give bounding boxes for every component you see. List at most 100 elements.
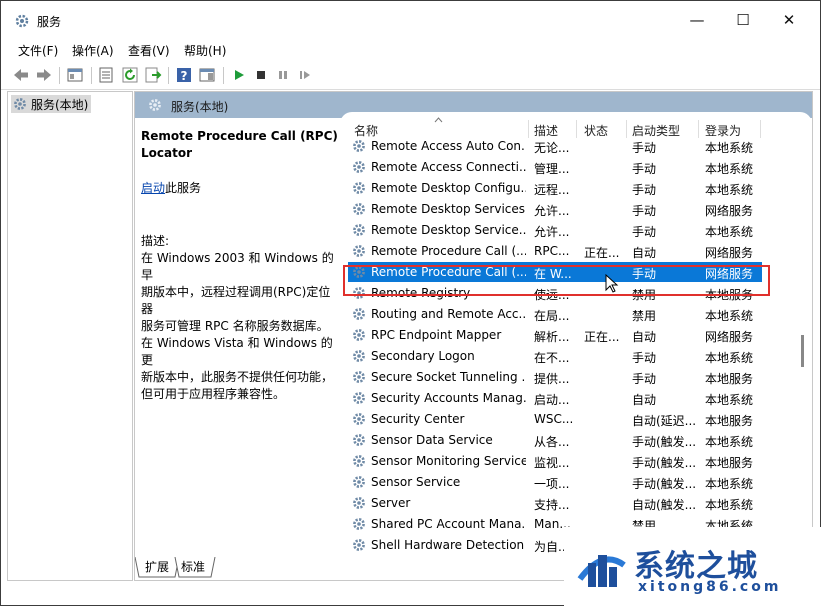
service-row[interactable]: Remote Desktop Configu... 远程... 手动 本地系统 [348, 178, 762, 198]
tab-standard[interactable]: 标准 [173, 557, 213, 577]
close-button[interactable]: ✕ [771, 7, 807, 33]
service-name: Routing and Remote Acc... [371, 307, 526, 321]
service-row[interactable]: Remote Desktop Services 允许... 手动 网络服务 [348, 199, 762, 219]
service-description: 一项... [534, 477, 570, 491]
city-logo-icon [577, 555, 626, 587]
forward-arrow-icon[interactable] [35, 66, 53, 84]
svg-text:?: ? [181, 69, 188, 83]
service-name-line1: Remote Procedure Call (RPC) [141, 129, 338, 143]
watermark-url: xitong86.com [638, 579, 782, 595]
title-bar: 服务 — ☐ ✕ [1, 1, 820, 39]
service-name: Secondary Logon [371, 349, 475, 363]
watermark-logo: 系统之城 xitong86.com [564, 527, 821, 607]
service-logon-as: 本地系统 [705, 162, 754, 176]
service-description: 解析... [534, 330, 570, 344]
service-row[interactable]: Remote Access Connecti... 管理... 手动 本地系统 [348, 157, 762, 177]
export-list-icon[interactable] [144, 66, 162, 84]
service-row[interactable]: Sensor Data Service 从各... 手动(触发... 本地系统 [348, 430, 762, 450]
service-logon-as: 本地系统 [705, 393, 754, 407]
gear-icon [352, 517, 366, 531]
service-row[interactable]: Security Center WSC... 自动(延迟... 本地服务 [348, 409, 762, 429]
console-tree-panel: 服务(本地) [7, 91, 133, 581]
refresh-icon[interactable] [121, 66, 139, 84]
sort-ascending-icon [434, 117, 443, 123]
content-header-title: 服务(本地) [171, 100, 229, 114]
description-line: 在 Windows Vista 和 Windows 的更 [141, 336, 333, 367]
service-startup-type: 自动 [632, 330, 657, 344]
start-service-icon[interactable] [230, 66, 248, 84]
description-line: 服务可管理 RPC 名称服务数据库。 [141, 319, 329, 333]
minimize-button[interactable]: — [679, 7, 715, 33]
service-row[interactable]: Remote Access Auto Con... 无论... 手动 本地系统 [348, 136, 762, 156]
gear-icon [352, 454, 366, 468]
service-description: 提供... [534, 372, 570, 386]
service-row[interactable]: Sensor Service 一项... 手动(触发... 本地系统 [348, 472, 762, 492]
service-row[interactable]: Routing and Remote Acc... 在局... 禁用 本地系统 [348, 304, 762, 324]
gear-icon [149, 99, 161, 111]
start-service-link[interactable]: 启动 [141, 181, 165, 195]
service-name: Secure Socket Tunneling ... [371, 370, 526, 384]
maximize-button[interactable]: ☐ [725, 7, 761, 33]
service-startup-type: 手动 [632, 372, 657, 386]
menu-bar: 文件(F) 操作(A) 查看(V) 帮助(H) [1, 39, 820, 61]
service-description: 允许... [534, 225, 570, 239]
service-name: Remote Access Auto Con... [371, 139, 526, 153]
menu-help[interactable]: 帮助(H) [184, 42, 226, 59]
menu-action[interactable]: 操作(A) [72, 42, 114, 59]
service-description: 监视... [534, 456, 570, 470]
service-row[interactable]: Secure Socket Tunneling ... 提供... 手动 本地服务 [348, 367, 762, 387]
gear-icon [352, 538, 366, 552]
service-row[interactable]: Remote Procedure Call (... RPC... 正在... 自动 网… [348, 241, 762, 261]
service-logon-as: 本地服务 [705, 372, 754, 386]
toolbar: ? [1, 61, 820, 90]
service-description: 启动... [534, 393, 570, 407]
action-pane-icon[interactable] [198, 66, 216, 84]
tree-item-services-local[interactable]: 服务(本地) [11, 95, 92, 113]
service-name: Remote Desktop Configu... [371, 181, 526, 195]
service-description: 在不... [534, 351, 570, 365]
service-description: 允许... [534, 204, 570, 218]
scrollbar-thumb[interactable] [801, 335, 804, 367]
service-row[interactable]: Sensor Monitoring Service 监视... 手动(触发... 本地… [348, 451, 762, 471]
tab-extended[interactable]: 扩展 [137, 557, 177, 577]
service-description: RPC... [534, 244, 570, 258]
service-row[interactable]: Remote Desktop Service... 允许... 手动 本地系统 [348, 220, 762, 240]
service-startup-type: 手动 [632, 351, 657, 365]
stop-service-icon[interactable] [252, 66, 270, 84]
service-logon-as: 本地系统 [705, 351, 754, 365]
service-logon-as: 本地系统 [705, 141, 754, 155]
gear-icon [352, 412, 366, 426]
service-startup-type: 手动(触发... [632, 435, 697, 449]
restart-service-icon[interactable] [296, 66, 314, 84]
service-row[interactable]: Secondary Logon 在不... 手动 本地系统 [348, 346, 762, 366]
services-list: 名称 描述 状态 启动类型 登录为 Remote Access Auto Con… [340, 112, 812, 564]
gear-icon [352, 181, 366, 195]
gear-icon [352, 202, 366, 216]
service-startup-type: 手动 [632, 183, 657, 197]
service-row[interactable]: Server 支持... 自动(触发... 本地系统 [348, 493, 762, 513]
gear-icon [352, 160, 366, 174]
start-service-line: 启动此服务 [141, 180, 341, 197]
service-startup-type: 手动 [632, 225, 657, 239]
gear-icon [352, 496, 366, 510]
services-content-panel: 服务(本地) Remote Procedure Call (RPC) Locat… [134, 91, 813, 581]
properties-icon[interactable] [97, 66, 115, 84]
service-logon-as: 网络服务 [705, 246, 754, 260]
view-tabs: 扩展 标准 [135, 557, 435, 579]
tree-item-label: 服务(本地) [31, 97, 89, 112]
vertical-scrollbar[interactable] [799, 121, 809, 559]
menu-view[interactable]: 查看(V) [128, 42, 170, 59]
help-icon[interactable]: ? [175, 66, 193, 84]
menu-file[interactable]: 文件(F) [18, 42, 58, 59]
pause-service-icon[interactable] [274, 66, 292, 84]
service-row[interactable]: Security Accounts Manag... 启动... 自动 本地系统 [348, 388, 762, 408]
gear-icon [352, 391, 366, 405]
service-startup-type: 手动(触发... [632, 477, 697, 491]
console-tree-icon[interactable] [66, 66, 84, 84]
service-name: RPC Endpoint Mapper [371, 328, 502, 342]
service-startup-type: 手动 [632, 141, 657, 155]
back-arrow-icon[interactable] [12, 66, 30, 84]
service-name-line2: Locator [141, 146, 192, 160]
service-status: 正在... [584, 330, 620, 344]
service-row[interactable]: RPC Endpoint Mapper 解析... 正在... 自动 网络服务 [348, 325, 762, 345]
